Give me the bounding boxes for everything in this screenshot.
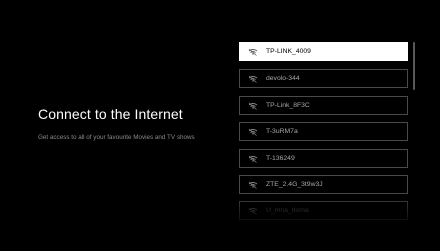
page-title: Connect to the Internet xyxy=(38,106,183,122)
network-name: T-136249 xyxy=(266,155,295,162)
wifi-icon xyxy=(248,48,258,56)
page-subtitle: Get access to all of your favourite Movi… xyxy=(38,134,195,141)
network-item[interactable]: TP-LINK_4009 xyxy=(239,42,408,61)
network-name: TP-LINK_4009 xyxy=(266,48,311,55)
network-list[interactable]: TP-LINK_4009 devolo-344 TP-Link_8F3C T-3… xyxy=(239,42,408,220)
wifi-icon xyxy=(248,128,258,136)
network-list-scrollbar[interactable] xyxy=(413,42,415,90)
network-name: T-3uRM7a xyxy=(266,128,298,135)
wifi-icon xyxy=(248,75,258,83)
network-item[interactable]: TP-Link_8F3C xyxy=(239,96,408,115)
connect-internet-screen: Connect to the Internet Get access to al… xyxy=(0,0,440,251)
network-item[interactable]: T-136249 xyxy=(239,149,408,168)
network-item[interactable]: T-3uRM7a xyxy=(239,122,408,141)
network-item[interactable]: ZTE_2.4G_3t9w3J xyxy=(239,175,408,194)
wifi-icon xyxy=(248,207,258,215)
network-name: U_mna_doma xyxy=(266,207,309,214)
network-name: ZTE_2.4G_3t9w3J xyxy=(266,181,323,188)
network-item[interactable]: devolo-344 xyxy=(239,69,408,88)
wifi-icon xyxy=(248,155,258,163)
wifi-icon xyxy=(248,181,258,189)
intro-panel: Connect to the Internet Get access to al… xyxy=(38,106,218,142)
network-name: TP-Link_8F3C xyxy=(266,102,310,109)
network-name: devolo-344 xyxy=(266,75,300,82)
network-item[interactable]: U_mna_doma xyxy=(239,201,408,220)
wifi-icon xyxy=(248,102,258,110)
